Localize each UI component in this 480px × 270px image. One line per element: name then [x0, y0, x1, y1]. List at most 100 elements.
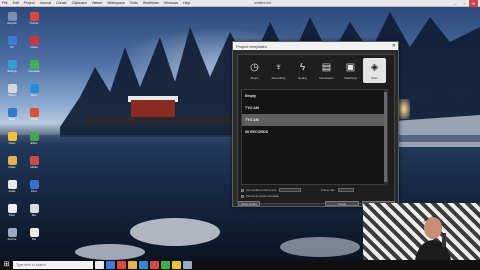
dialog-close-icon[interactable]: ✕ [392, 42, 396, 50]
taskbar-app-icon[interactable] [183, 261, 192, 269]
taskbar: ⊞ Type here to search [0, 260, 480, 270]
profile-radio[interactable] [241, 188, 244, 192]
desktop-icon[interactable]: Edge [2, 108, 22, 127]
app-icon [29, 132, 39, 141]
persist-radio[interactable] [241, 194, 244, 198]
cassette-icon: ▣ [345, 62, 356, 73]
desktop-icon[interactable]: Doc [24, 204, 44, 223]
desktop-icon[interactable]: Chrome [24, 12, 44, 31]
app-icon [29, 36, 39, 45]
menu-tools[interactable]: Tools [130, 1, 138, 5]
desktop-icon[interactable]: Archive [2, 228, 22, 247]
list-item[interactable]: TYO AM [242, 102, 387, 114]
desktop-icon[interactable]: Folder [2, 156, 22, 175]
desktop-icon-label: Chrome [29, 22, 39, 25]
tab-resolution[interactable]: ▤ Resolution [315, 58, 338, 83]
cabin [131, 100, 175, 117]
desktop-icon[interactable]: Paint [2, 204, 22, 223]
list-item[interactable]: 00 RECORDS [242, 126, 387, 138]
list-item-selected[interactable]: TYO AM [242, 114, 387, 126]
desktop-icon-label: Archive [7, 238, 17, 241]
taskbar-search[interactable]: Type here to search [13, 261, 93, 269]
app-icon [7, 204, 17, 213]
desktop-icon[interactable]: Camtasia [24, 60, 44, 79]
desktop-icon[interactable]: Docs [24, 180, 44, 199]
desktop-icon[interactable]: Notes [2, 132, 22, 151]
menu-create[interactable]: Create [56, 1, 67, 5]
scrollbar-thumb[interactable] [384, 92, 387, 182]
desktop-icon[interactable]: File [24, 228, 44, 247]
desktop-icon[interactable]: Opera [24, 36, 44, 55]
desktop-icon[interactable]: Recycle [2, 12, 22, 31]
taskbar-app-icon[interactable] [139, 261, 148, 269]
app-icon [29, 108, 39, 117]
close-icon[interactable]: ✕ [469, 0, 478, 7]
frame-rate-field[interactable] [337, 188, 354, 192]
menu-edit[interactable]: Edit [13, 1, 19, 5]
list-scrollbar[interactable] [384, 90, 387, 186]
menu-viewer[interactable]: Viewer [92, 1, 103, 5]
menu-windows[interactable]: Windows [164, 1, 178, 5]
desktop-icon[interactable]: Audio [2, 180, 22, 199]
menu-workflows[interactable]: Workflows [143, 1, 159, 5]
desktop-icon[interactable]: PC [2, 36, 22, 55]
tab-quality[interactable]: ϟ Quality [291, 58, 314, 83]
desktop-icon-label: Audio [8, 190, 16, 193]
app-icon [7, 108, 17, 117]
desktop-icon-label: Store [30, 94, 38, 97]
profile-option-row: Use profile to frame size Frame rate [241, 188, 391, 192]
menu-journal[interactable]: Journal [40, 1, 51, 5]
minimize-icon[interactable]: – [451, 0, 460, 7]
menu-clipboard[interactable]: Clipboard [72, 1, 87, 5]
desktop-icon-label: File [31, 238, 37, 241]
taskbar-app-icon[interactable] [150, 261, 159, 269]
app-icon [29, 180, 39, 189]
taskbar-app-icon[interactable] [117, 261, 126, 269]
window-controls: – ▫ ✕ [451, 0, 478, 7]
tab-label: Misc [371, 76, 378, 80]
tab-label: Resolution [319, 76, 334, 80]
mic-icon: ♆ [274, 62, 283, 73]
menu-workspace[interactable]: Workspace [107, 1, 124, 5]
frame-size-field[interactable] [279, 188, 302, 192]
desktop-icon[interactable]: Store [24, 84, 44, 103]
desktop-icon-label: Doc [31, 214, 37, 217]
desktop-icon[interactable]: Player [2, 84, 22, 103]
app-icon [29, 228, 39, 237]
desktop-icon-label: Folder [8, 166, 16, 169]
dock [85, 118, 235, 123]
persist-option-row: Persist as project template [241, 194, 391, 198]
document-title: untitled.mlt [254, 1, 271, 5]
desktop-icon[interactable]: Editor [24, 132, 44, 151]
menu-help[interactable]: Help [183, 1, 190, 5]
maximize-icon[interactable]: ▫ [460, 0, 469, 7]
desktop-icon-label: PC [10, 46, 14, 49]
taskbar-app-icon[interactable] [106, 261, 115, 269]
dialog-titlebar[interactable]: Project templates ✕ [233, 42, 398, 50]
taskbar-app-icon[interactable] [161, 261, 170, 269]
windows-start-icon[interactable]: ⊞ [2, 261, 11, 269]
tab-watching[interactable]: ▣ Watching [339, 58, 362, 83]
open-folder-button[interactable]: Open Folder [238, 201, 260, 206]
tab-misc[interactable]: ◈ Misc [363, 58, 386, 83]
create-button[interactable]: Create [325, 201, 359, 206]
tab-label: Recording [271, 76, 286, 80]
template-list[interactable]: Empty TYO AM TYO AM 00 RECORDS [241, 89, 388, 186]
taskbar-app-icon[interactable] [172, 261, 181, 269]
webcam-overlay [363, 203, 480, 260]
list-item[interactable]: Empty [242, 90, 387, 102]
desktop-icon[interactable]: Media [24, 156, 44, 175]
clock-icon: ◷ [250, 62, 259, 73]
menu-project[interactable]: Project [24, 1, 35, 5]
sunlight [398, 99, 410, 119]
profile-option-label: Use profile to frame size [246, 188, 277, 192]
desktop-icon[interactable]: Settings [2, 60, 22, 79]
menu-file[interactable]: File [2, 1, 8, 5]
tab-recording[interactable]: ♆ Recording [267, 58, 290, 83]
taskbar-app-icon[interactable] [128, 261, 137, 269]
app-icon [29, 12, 39, 21]
app-icon [29, 60, 39, 69]
desktop-icon[interactable]: Video [24, 108, 44, 127]
taskbar-app-icon[interactable] [95, 261, 104, 269]
tab-music[interactable]: ◷ Music [243, 58, 266, 83]
